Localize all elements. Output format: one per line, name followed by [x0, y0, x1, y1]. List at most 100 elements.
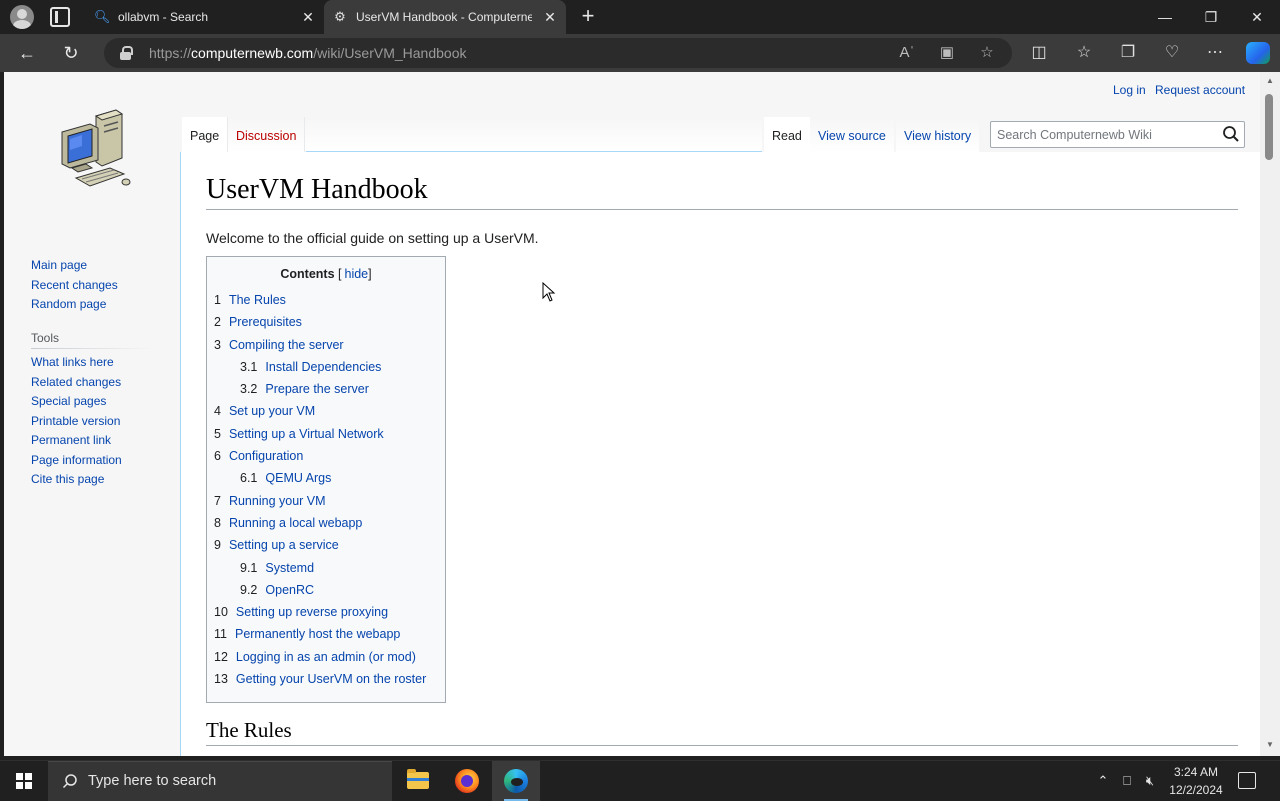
- immersive-reader-icon[interactable]: ▣: [936, 43, 958, 63]
- toc-item[interactable]: 8 Running a local webapp: [214, 512, 438, 534]
- toc-item[interactable]: 13 Getting your UserVM on the roster: [214, 668, 438, 690]
- toc-item[interactable]: 6 Configuration: [214, 445, 438, 467]
- toc-item[interactable]: 2 Prerequisites: [214, 311, 438, 333]
- tab-actions-icon[interactable]: [50, 7, 70, 27]
- toc-item[interactable]: 9 Setting up a service: [214, 534, 438, 556]
- url-text[interactable]: https://computernewb.com/wiki/UserVM_Han…: [149, 45, 467, 61]
- taskbar-search-box[interactable]: Type here to search: [48, 761, 392, 801]
- tools-permanent-link[interactable]: Permanent link: [31, 431, 122, 451]
- toc-item-label[interactable]: Configuration: [229, 449, 303, 463]
- toc-item-label[interactable]: Prerequisites: [229, 315, 302, 329]
- back-icon[interactable]: ←: [14, 40, 40, 66]
- tab-title: ollabvm - Search: [118, 10, 209, 24]
- toc-item-label[interactable]: Systemd: [265, 561, 314, 575]
- tab-view-history[interactable]: View history: [896, 117, 980, 153]
- site-logo[interactable]: [52, 108, 132, 194]
- split-screen-icon[interactable]: ◫: [1028, 42, 1050, 64]
- scrollbar-thumb[interactable]: [1265, 94, 1273, 160]
- scroll-up-icon[interactable]: ▲: [1264, 76, 1276, 86]
- toc-item-label[interactable]: Setting up a service: [229, 538, 339, 552]
- toc-item[interactable]: 5 Setting up a Virtual Network: [214, 423, 438, 445]
- toc-item[interactable]: 6.1 QEMU Args: [214, 467, 438, 489]
- toc-item[interactable]: 3.1 Install Dependencies: [214, 356, 438, 378]
- edge-button[interactable]: [492, 761, 540, 801]
- toc-item-label[interactable]: Logging in as an admin (or mod): [236, 650, 416, 664]
- search-icon: [62, 774, 77, 789]
- favorites-icon[interactable]: ☆: [1073, 42, 1095, 64]
- tools-what-links-here[interactable]: What links here: [31, 353, 122, 373]
- tab-page[interactable]: Page: [182, 117, 228, 153]
- wiki-search-box: [990, 121, 1245, 148]
- tools-cite-this-page[interactable]: Cite this page: [31, 470, 122, 490]
- wiki-icon: ⚙: [334, 9, 346, 24]
- close-window-icon[interactable]: ✕: [1234, 0, 1280, 34]
- browser-essentials-icon[interactable]: ♡: [1161, 42, 1183, 64]
- refresh-icon[interactable]: ↻: [58, 40, 84, 66]
- toc-item-label[interactable]: Compiling the server: [229, 338, 344, 352]
- tools-page-information[interactable]: Page information: [31, 451, 122, 471]
- toc-item[interactable]: 10 Setting up reverse proxying: [214, 601, 438, 623]
- request-account-link[interactable]: Request account: [1155, 83, 1245, 97]
- browser-tab-wiki[interactable]: ⚙ UserVM Handbook - Computernewb Wiki ✕: [324, 0, 566, 34]
- toc-item-label[interactable]: Setting up a Virtual Network: [229, 427, 384, 441]
- toc-item[interactable]: 7 Running your VM: [214, 490, 438, 512]
- page-scrollbar[interactable]: ▲ ▼: [1260, 72, 1280, 756]
- favorite-star-icon[interactable]: ☆: [976, 43, 998, 63]
- nav-main-page[interactable]: Main page: [31, 256, 118, 276]
- login-link[interactable]: Log in: [1113, 83, 1146, 97]
- notifications-icon[interactable]: [1238, 772, 1256, 789]
- minimize-icon[interactable]: —: [1142, 0, 1188, 34]
- toc-item[interactable]: 1 The Rules: [214, 289, 438, 311]
- restore-icon[interactable]: ❐: [1188, 0, 1234, 34]
- tab-read[interactable]: Read: [764, 117, 810, 153]
- chevron-up-icon[interactable]: ⌃: [1094, 771, 1112, 791]
- toc-item-label[interactable]: OpenRC: [265, 583, 314, 597]
- toc-item-label[interactable]: Permanently host the webapp: [235, 627, 400, 641]
- toc-item-label[interactable]: Install Dependencies: [265, 360, 381, 374]
- toc-item-label[interactable]: Running a local webapp: [229, 516, 362, 530]
- scroll-down-icon[interactable]: ▼: [1264, 740, 1276, 750]
- tab-view-source[interactable]: View source: [810, 117, 894, 153]
- toc-item-label[interactable]: Prepare the server: [265, 382, 369, 396]
- close-tab-icon[interactable]: ✕: [300, 9, 316, 25]
- toc-item[interactable]: 4 Set up your VM: [214, 400, 438, 422]
- browser-tab-search[interactable]: 🔍︎ ollabvm - Search ✕: [86, 0, 324, 34]
- search-icon[interactable]: [1222, 125, 1240, 143]
- close-tab-icon[interactable]: ✕: [542, 9, 558, 25]
- toc-item[interactable]: 3.2 Prepare the server: [214, 378, 438, 400]
- network-icon[interactable]: ⎕: [1117, 771, 1137, 791]
- new-tab-icon[interactable]: +: [578, 5, 598, 29]
- address-bar[interactable]: https://computernewb.com/wiki/UserVM_Han…: [104, 38, 1012, 68]
- toc-item-label[interactable]: Getting your UserVM on the roster: [236, 672, 426, 686]
- nav-random-page[interactable]: Random page: [31, 295, 118, 315]
- tools-special-pages[interactable]: Special pages: [31, 392, 122, 412]
- nav-recent-changes[interactable]: Recent changes: [31, 276, 118, 296]
- copilot-icon[interactable]: [1246, 42, 1270, 64]
- tab-discussion[interactable]: Discussion: [227, 117, 306, 153]
- toc-item[interactable]: 11 Permanently host the webapp: [214, 623, 438, 645]
- file-explorer-button[interactable]: [394, 761, 442, 801]
- toc-item-label[interactable]: QEMU Args: [265, 471, 331, 485]
- wiki-search-input[interactable]: [997, 126, 1212, 144]
- toc-item-label[interactable]: Set up your VM: [229, 404, 315, 418]
- folder-icon: [407, 769, 429, 789]
- toc-item-label[interactable]: The Rules: [229, 293, 286, 307]
- tools-related-changes[interactable]: Related changes: [31, 373, 122, 393]
- toc-item[interactable]: 12 Logging in as an admin (or mod): [214, 646, 438, 668]
- firefox-button[interactable]: [443, 761, 491, 801]
- more-options-icon[interactable]: ⋯: [1204, 42, 1226, 64]
- read-aloud-icon[interactable]: Aˈ: [896, 43, 918, 63]
- profile-avatar-icon[interactable]: [10, 5, 34, 29]
- toc-item[interactable]: 9.1 Systemd: [214, 557, 438, 579]
- toc-item[interactable]: 3 Compiling the server: [214, 334, 438, 356]
- system-clock[interactable]: 3:24 AM 12/2/2024: [1165, 763, 1227, 799]
- tools-printable-version[interactable]: Printable version: [31, 412, 122, 432]
- volume-muted-icon[interactable]: 🔇︎: [1140, 771, 1160, 791]
- toc-item-label[interactable]: Running your VM: [229, 494, 326, 508]
- collections-icon[interactable]: ❐: [1117, 42, 1139, 64]
- windows-start-icon[interactable]: [16, 773, 32, 789]
- toc-item-number: 11: [214, 627, 227, 642]
- toc-item-label[interactable]: Setting up reverse proxying: [236, 605, 388, 619]
- toc-hide-toggle[interactable]: hide: [345, 267, 369, 281]
- toc-item[interactable]: 9.2 OpenRC: [214, 579, 438, 601]
